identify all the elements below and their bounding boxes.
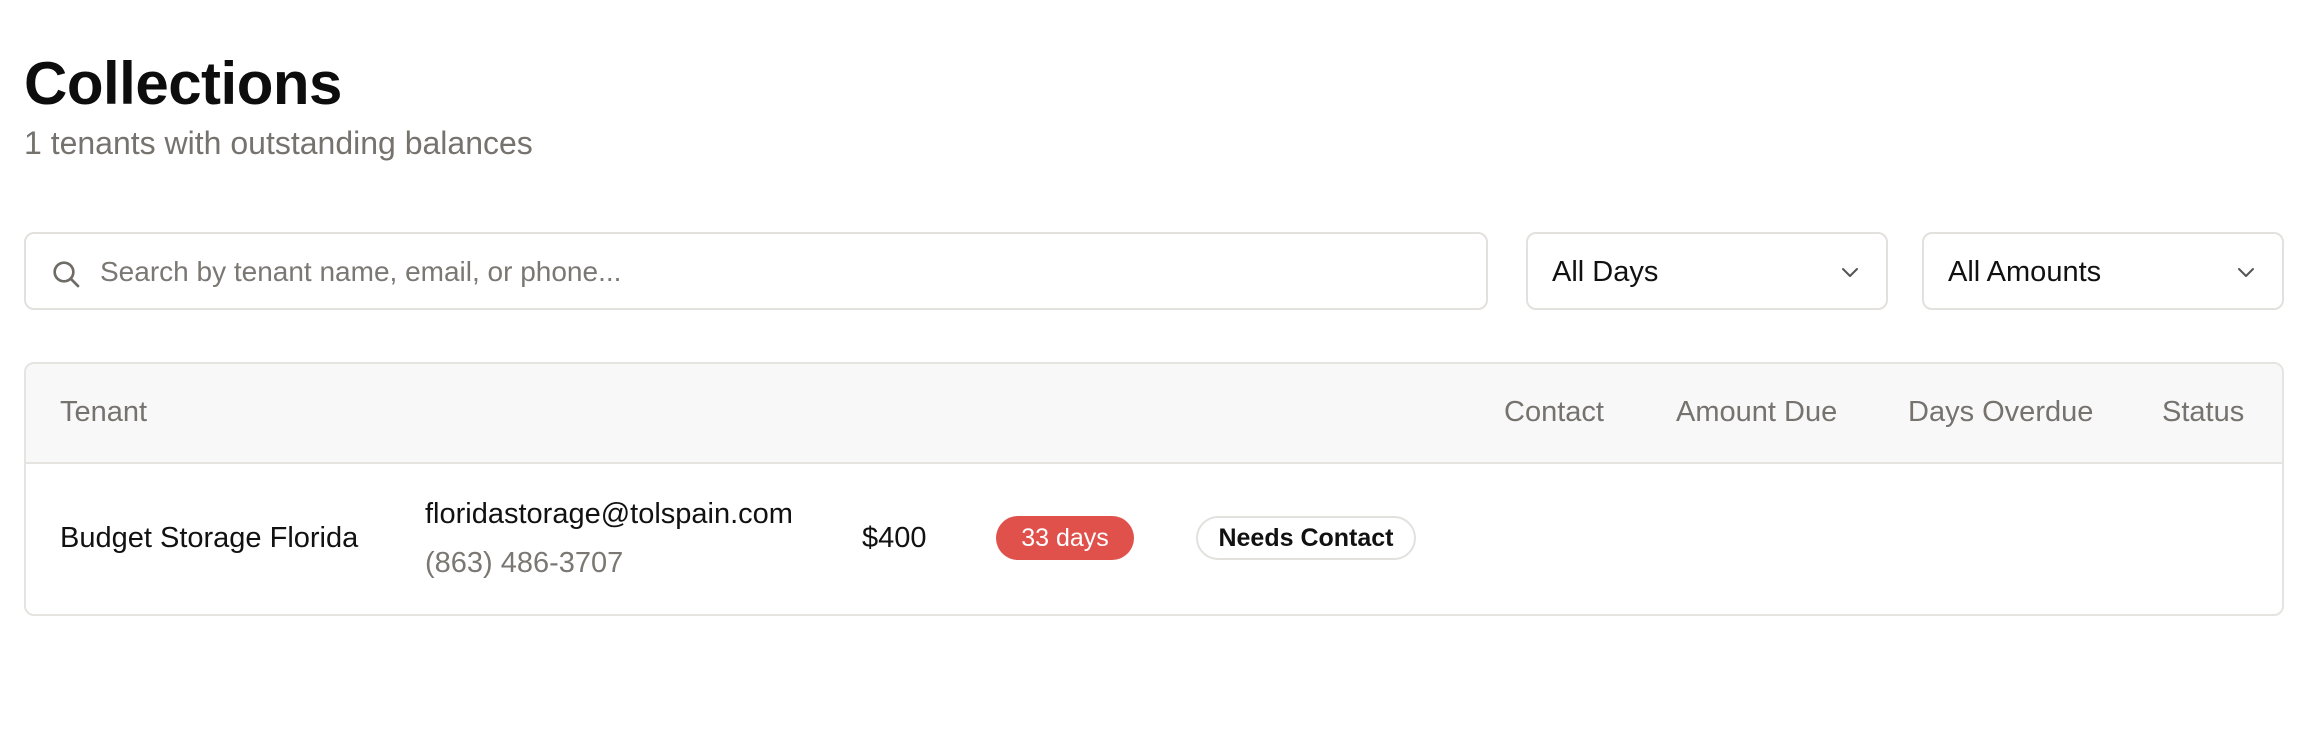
tenant-name[interactable]: Budget Storage Florida bbox=[60, 520, 358, 556]
search-icon bbox=[53, 261, 80, 288]
amount-filter-select[interactable]: All Amounts bbox=[1922, 232, 2284, 310]
tenant-phone[interactable]: (863) 486-3707 bbox=[425, 545, 623, 581]
chevron-down-icon bbox=[2238, 268, 2254, 277]
collections-table: Tenant Contact Amount Due Days Overdue S… bbox=[24, 362, 2284, 616]
page-subtitle: 1 tenants with outstanding balances bbox=[24, 125, 533, 161]
column-header-days-overdue[interactable]: Days Overdue bbox=[1908, 394, 2093, 430]
chevron-down-icon bbox=[1842, 268, 1858, 277]
days-filter-select[interactable]: All Days bbox=[1526, 232, 1888, 310]
status-badge: Needs Contact bbox=[1196, 516, 1416, 560]
table-row[interactable]: Budget Storage Florida floridastorage@to… bbox=[26, 464, 2282, 614]
search-input[interactable]: Search by tenant name, email, or phone..… bbox=[24, 232, 1488, 310]
search-placeholder: Search by tenant name, email, or phone..… bbox=[100, 256, 622, 287]
collections-page: Collections 1 tenants with outstanding b… bbox=[0, 0, 2308, 734]
column-header-amount-due[interactable]: Amount Due bbox=[1676, 394, 1837, 430]
table-header: Tenant Contact Amount Due Days Overdue S… bbox=[26, 364, 2282, 464]
column-header-contact[interactable]: Contact bbox=[1504, 394, 1604, 430]
page-title: Collections bbox=[24, 50, 342, 117]
amount-filter-value: All Amounts bbox=[1948, 256, 2102, 288]
days-filter-value: All Days bbox=[1552, 256, 1659, 288]
column-header-tenant[interactable]: Tenant bbox=[60, 394, 147, 430]
amount-due: $400 bbox=[862, 522, 927, 554]
tenant-email[interactable]: floridastorage@tolspain.com bbox=[425, 496, 793, 532]
days-overdue-badge: 33 days bbox=[996, 516, 1134, 560]
column-header-status[interactable]: Status bbox=[2162, 394, 2244, 430]
